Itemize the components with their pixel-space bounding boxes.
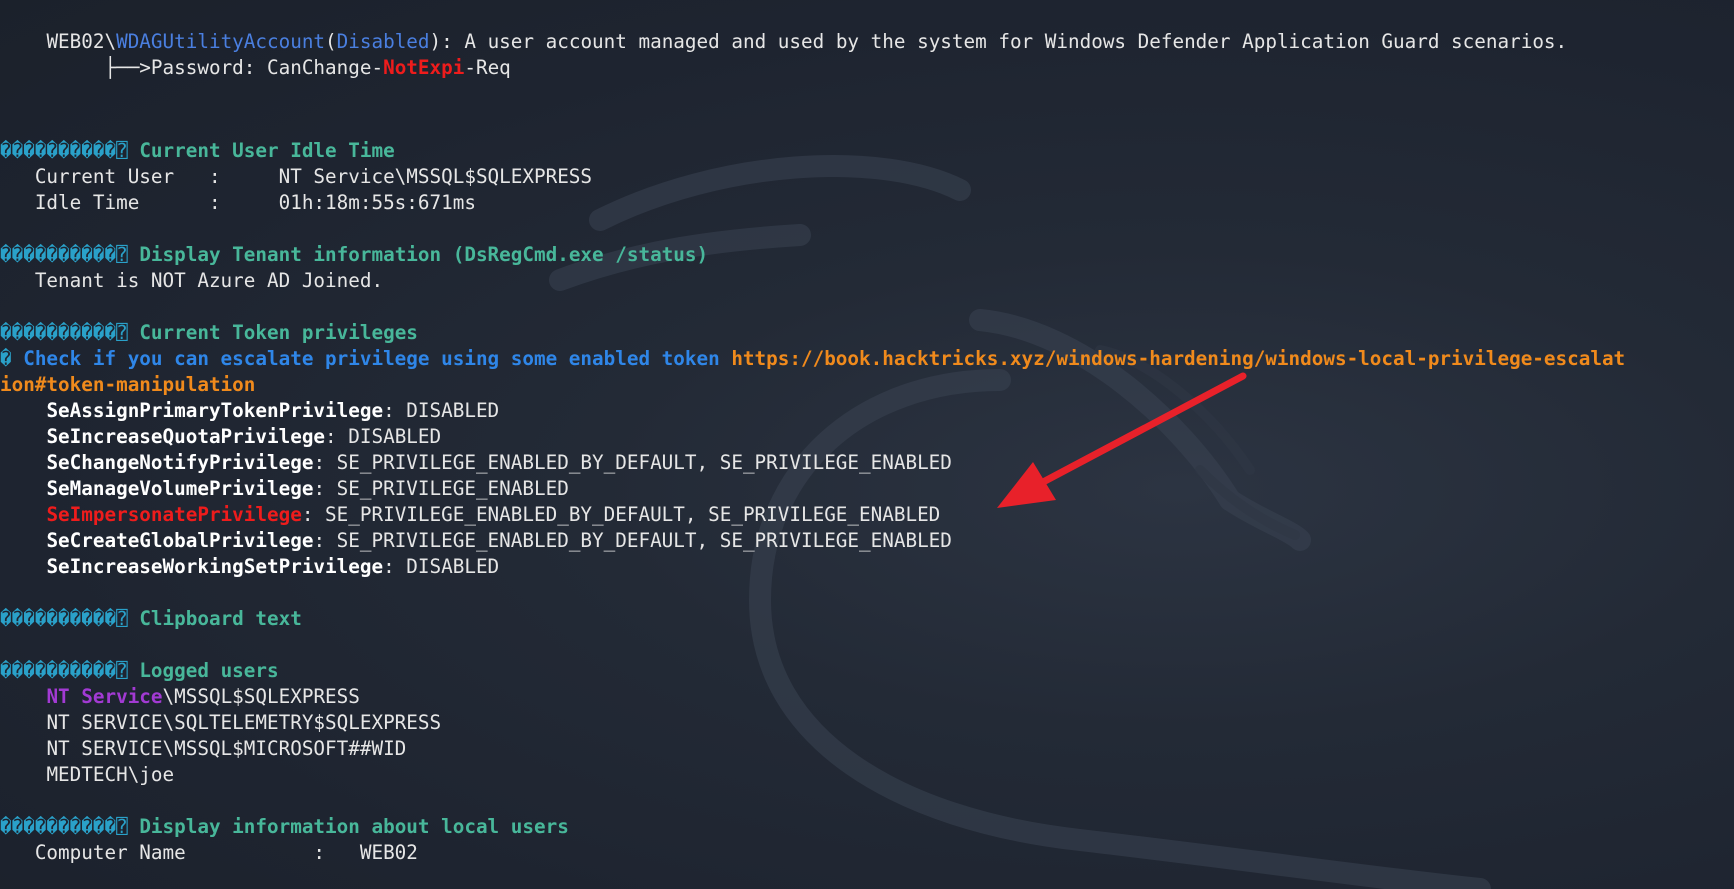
section-header-token: ����������⍰ Current Token privileges — [0, 320, 418, 346]
token-link-continuation: ion#token-manipulation — [0, 372, 255, 398]
logged-user-suffix: \MSSQL$SQLEXPRESS — [162, 685, 360, 708]
logged-user: NT SERVICE\MSSQL$MICROSOFT##WID — [46, 737, 407, 760]
wdag-account-name: WDAGUtilityAccount — [116, 30, 326, 53]
logged-user-row: NT Service\MSSQL$SQLEXPRESS — [0, 684, 360, 710]
section-title-idle: Current User Idle Time — [139, 139, 395, 162]
privilege-row: SeCreateGlobalPrivilege: SE_PRIVILEGE_EN… — [0, 528, 952, 554]
section-title-local-users: Display information about local users — [139, 815, 569, 838]
section-header-logged: ����������⍰ Logged users — [0, 658, 279, 684]
privilege-row-impersonate: SeImpersonatePrivilege: SE_PRIVILEGE_ENA… — [0, 502, 940, 528]
hacktricks-link-continuation[interactable]: ion#token-manipulation — [0, 373, 255, 396]
section-header-local-users: ����������⍰ Display information about lo… — [0, 814, 569, 840]
check-marker-icon: � — [0, 347, 12, 370]
idle-time-row: Idle Time : 01h:18m:55s:671ms — [0, 191, 476, 214]
password-suffix: -Req — [464, 56, 511, 79]
logged-user: NT SERVICE\SQLTELEMETRY$SQLEXPRESS — [46, 711, 442, 734]
privilege-value: : DISABLED — [383, 555, 500, 578]
section-header-clipboard: ����������⍰ Clipboard text — [0, 606, 302, 632]
section-marker-icon: ����������⍰ — [0, 607, 128, 630]
section-title-tenant: Display Tenant information (DsRegCmd.exe… — [139, 243, 709, 266]
section-title-token: Current Token privileges — [139, 321, 418, 344]
logged-user: MEDTECH\joe — [46, 763, 175, 786]
token-check-line: � Check if you can escalate privilege us… — [0, 346, 1625, 372]
computer-name-row: Computer Name : WEB02 — [0, 841, 418, 864]
idle-user-row: Current User : NT Service\MSSQL$SQLEXPRE… — [0, 165, 593, 188]
wdag-paren-close: ) — [429, 30, 442, 53]
privilege-value: : SE_PRIVILEGE_ENABLED — [313, 477, 569, 500]
privilege-name: SeChangeNotifyPrivilege — [46, 451, 314, 474]
section-marker-icon: ����������⍰ — [0, 321, 128, 344]
hacktricks-link[interactable]: https://book.hacktricks.xyz/windows-hard… — [731, 347, 1625, 370]
logged-user-row: MEDTECH\joe — [0, 762, 174, 788]
privilege-value: : DISABLED — [325, 425, 442, 448]
token-check-text: Check if you can escalate privilege usin… — [11, 347, 732, 370]
privilege-name: SeIncreaseQuotaPrivilege — [46, 425, 326, 448]
privilege-name: SeManageVolumePrivilege — [46, 477, 314, 500]
privilege-value: : SE_PRIVILEGE_ENABLED_BY_DEFAULT, SE_PR… — [313, 529, 952, 552]
privilege-name: SeAssignPrimaryTokenPrivilege — [46, 399, 384, 422]
wdag-description: : A user account managed and used by the… — [441, 30, 1568, 53]
section-header-idle: ����������⍰ Current User Idle Time — [0, 138, 395, 164]
privilege-row: SeIncreaseWorkingSetPrivilege: DISABLED — [0, 554, 499, 580]
wdag-paren-open: ( — [325, 30, 337, 53]
wdag-status: Disabled — [336, 30, 430, 53]
logged-user-row: NT SERVICE\SQLTELEMETRY$SQLEXPRESS — [0, 710, 441, 736]
privilege-value: : SE_PRIVILEGE_ENABLED_BY_DEFAULT, SE_PR… — [301, 503, 941, 526]
wdag-password-line: ├──>Password: CanChange-NotExpi-Req — [0, 55, 511, 81]
wdag-account-line: WEB02\WDAGUtilityAccount(Disabled): A us… — [0, 29, 1567, 55]
privilege-row: SeChangeNotifyPrivilege: SE_PRIVILEGE_EN… — [0, 450, 952, 476]
privilege-row: SeManageVolumePrivilege: SE_PRIVILEGE_EN… — [0, 476, 569, 502]
section-marker-icon: ����������⍰ — [0, 243, 128, 266]
password-notexpi-flag: NotExpi — [383, 56, 465, 79]
privilege-name: SeCreateGlobalPrivilege — [46, 529, 314, 552]
section-header-tenant: ����������⍰ Display Tenant information (… — [0, 242, 708, 268]
privilege-value: : SE_PRIVILEGE_ENABLED_BY_DEFAULT, SE_PR… — [313, 451, 952, 474]
privilege-value: : DISABLED — [383, 399, 500, 422]
privilege-row: SeIncreaseQuotaPrivilege: DISABLED — [0, 424, 441, 450]
wdag-host: WEB02\ — [46, 30, 117, 53]
tenant-row: Tenant is NOT Azure AD Joined. — [0, 269, 384, 292]
privilege-name: SeIncreaseWorkingSetPrivilege — [46, 555, 384, 578]
password-prefix: ├──>Password: CanChange- — [104, 56, 384, 79]
section-marker-icon: ����������⍰ — [0, 659, 128, 682]
section-title-logged: Logged users — [139, 659, 279, 682]
privilege-name-impersonate: SeImpersonatePrivilege — [46, 503, 302, 526]
logged-user-row: NT SERVICE\MSSQL$MICROSOFT##WID — [0, 736, 406, 762]
section-title-clipboard: Clipboard text — [139, 607, 302, 630]
privilege-row: SeAssignPrimaryTokenPrivilege: DISABLED — [0, 398, 499, 424]
nt-service-label: NT Service — [46, 685, 163, 708]
section-marker-icon: ����������⍰ — [0, 815, 128, 838]
section-marker-icon: ����������⍰ — [0, 139, 128, 162]
terminal-window: WEB02\WDAGUtilityAccount(Disabled): A us… — [0, 0, 1734, 889]
